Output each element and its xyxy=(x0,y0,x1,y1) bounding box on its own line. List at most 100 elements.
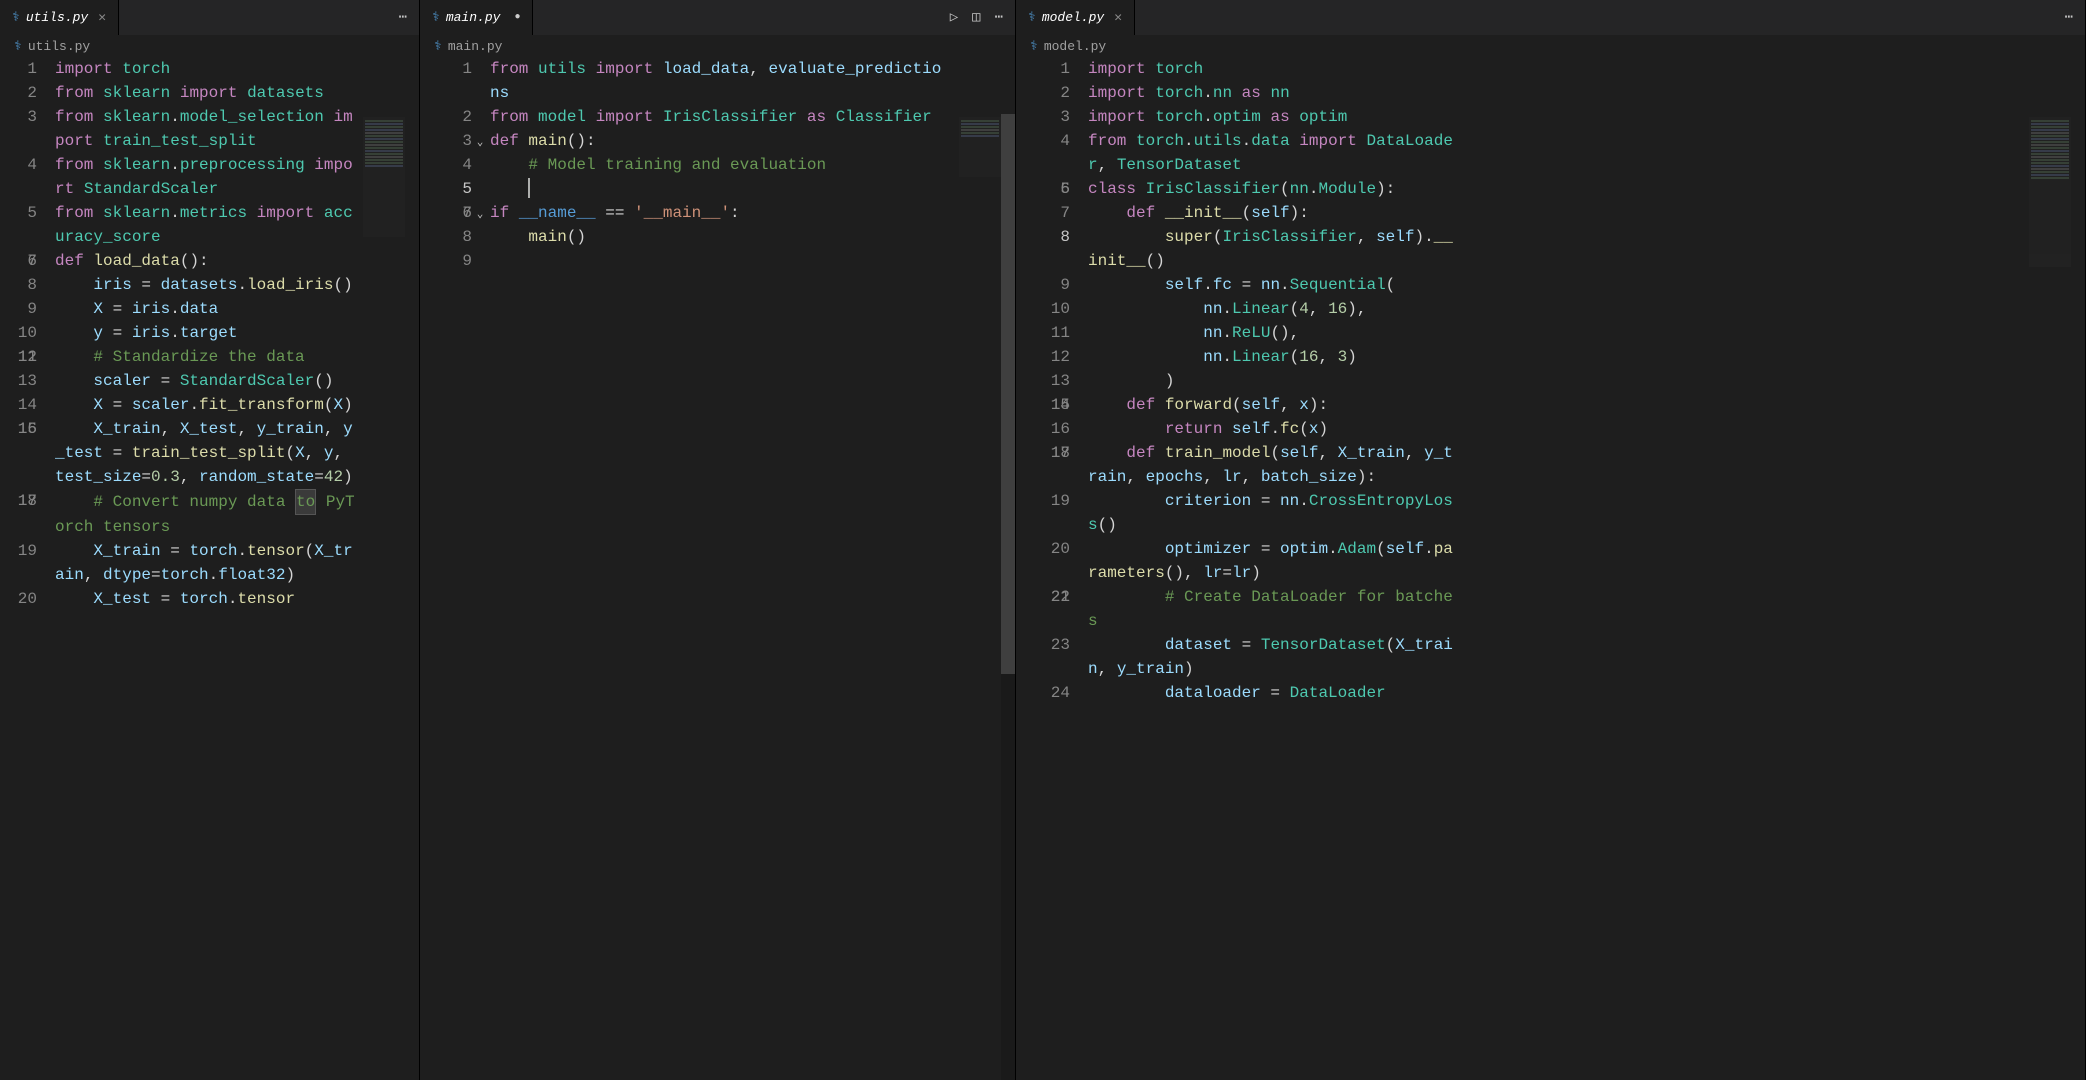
overflow-icon[interactable]: ⋯ xyxy=(2065,9,2073,26)
line-number[interactable]: 13 xyxy=(1016,369,1070,393)
fold-icon[interactable]: ⌄ xyxy=(474,131,486,155)
split-editor-icon[interactable]: ◫ xyxy=(972,9,980,26)
close-icon[interactable]: ✕ xyxy=(1114,10,1122,25)
code-line[interactable]: X_train = torch.tensor(X_train, dtype=to… xyxy=(55,539,355,587)
code-line[interactable]: dataloader = DataLoader xyxy=(1088,681,1458,705)
line-number[interactable]: 12 xyxy=(0,345,37,369)
code-line[interactable]: dataset = TensorDataset(X_train, y_train… xyxy=(1088,633,1458,681)
line-number[interactable]: 8 xyxy=(0,273,37,297)
line-number[interactable]: 1 xyxy=(0,57,37,81)
line-number[interactable]: 19 xyxy=(0,539,37,587)
line-number[interactable]: 18 xyxy=(1016,441,1070,489)
breadcrumb[interactable]: ⚕ model.py xyxy=(1016,35,2085,57)
minimap[interactable] xyxy=(2029,117,2071,267)
line-number[interactable]: 7 xyxy=(1016,201,1070,225)
code-line[interactable]: optimizer = optim.Adam(self.parameters()… xyxy=(1088,537,1458,585)
code-line[interactable]: criterion = nn.CrossEntropyLoss() xyxy=(1088,489,1458,537)
code-line[interactable]: return self.fc(x) xyxy=(1088,417,1458,441)
editor-left[interactable]: 1234567891011121314151617181920 import t… xyxy=(0,57,419,1080)
overflow-icon[interactable]: ⋯ xyxy=(399,9,407,26)
code-line[interactable]: def load_data(): xyxy=(55,249,355,273)
line-number[interactable]: 9 xyxy=(0,297,37,321)
line-number[interactable]: 22 xyxy=(1016,585,1070,633)
tab-utils[interactable]: ⚕ utils.py ✕ xyxy=(0,0,119,35)
code-line[interactable]: from torch.utils.data import DataLoader,… xyxy=(1088,129,1458,177)
breadcrumb[interactable]: ⚕ utils.py xyxy=(0,35,419,57)
code-line[interactable]: class IrisClassifier(nn.Module): xyxy=(1088,177,1458,201)
code-line[interactable]: X = iris.data xyxy=(55,297,355,321)
code-line[interactable]: from sklearn import datasets xyxy=(55,81,355,105)
editor-mid[interactable]: 123⌄4567⌄89 from utils import load_data,… xyxy=(420,57,1015,1080)
code-line[interactable]: from utils import load_data, evaluate_pr… xyxy=(490,57,950,105)
line-number[interactable]: 4 xyxy=(1016,129,1070,177)
line-number[interactable]: 7 xyxy=(0,249,37,273)
line-number[interactable]: 16 xyxy=(0,417,37,489)
line-number[interactable]: 3⌄ xyxy=(420,129,472,153)
code-line[interactable]: # Model training and evaluation xyxy=(490,153,950,177)
tab-main[interactable]: ⚕ main.py ● xyxy=(420,0,533,35)
code-line[interactable]: nn.ReLU(), xyxy=(1088,321,1458,345)
line-number[interactable]: 23 xyxy=(1016,633,1070,681)
code-line[interactable]: if __name__ == '__main__': xyxy=(490,201,950,225)
code-line[interactable]: def __init__(self): xyxy=(1088,201,1458,225)
gutter[interactable]: 123456789101112131415161718192021222324 xyxy=(1016,57,1088,1080)
code-line[interactable] xyxy=(490,177,950,201)
editor-right[interactable]: 123456789101112131415161718192021222324 … xyxy=(1016,57,2085,1080)
code-line[interactable]: def forward(self, x): xyxy=(1088,393,1458,417)
line-number[interactable]: 19 xyxy=(1016,489,1070,537)
run-icon[interactable]: ▷ xyxy=(950,9,958,26)
code-area[interactable]: from utils import load_data, evaluate_pr… xyxy=(490,57,1015,1080)
line-number[interactable]: 11 xyxy=(1016,321,1070,345)
code-line[interactable]: nn.Linear(4, 16), xyxy=(1088,297,1458,321)
line-number[interactable]: 2 xyxy=(420,105,472,129)
close-icon[interactable]: ✕ xyxy=(98,10,106,25)
line-number[interactable]: 20 xyxy=(0,587,37,611)
line-number[interactable]: 1 xyxy=(1016,57,1070,81)
code-line[interactable]: y = iris.target xyxy=(55,321,355,345)
line-number[interactable]: 20 xyxy=(1016,537,1070,585)
line-number[interactable]: 18 xyxy=(0,489,37,539)
code-line[interactable]: iris = datasets.load_iris() xyxy=(55,273,355,297)
code-line[interactable]: # Convert numpy data to PyTorch tensors xyxy=(55,489,355,539)
code-line[interactable]: import torch.optim as optim xyxy=(1088,105,1458,129)
line-number[interactable]: 7⌄ xyxy=(420,201,472,225)
line-number[interactable]: 5 xyxy=(420,177,472,201)
breadcrumb[interactable]: ⚕ main.py xyxy=(420,35,1015,57)
minimap[interactable] xyxy=(959,117,1001,177)
line-number[interactable]: 16 xyxy=(1016,417,1070,441)
code-line[interactable]: def train_model(self, X_train, y_train, … xyxy=(1088,441,1458,489)
code-line[interactable]: import torch xyxy=(55,57,355,81)
code-line[interactable]: ) xyxy=(1088,369,1458,393)
code-line[interactable]: from sklearn.preprocessing import Standa… xyxy=(55,153,355,201)
line-number[interactable]: 4 xyxy=(0,153,37,201)
fold-icon[interactable]: ⌄ xyxy=(474,203,486,227)
line-number[interactable]: 3 xyxy=(1016,105,1070,129)
code-line[interactable]: X = scaler.fit_transform(X) xyxy=(55,393,355,417)
line-number[interactable]: 2 xyxy=(0,81,37,105)
code-line[interactable]: main() xyxy=(490,225,950,249)
line-number[interactable]: 4 xyxy=(420,153,472,177)
code-line[interactable]: nn.Linear(16, 3) xyxy=(1088,345,1458,369)
line-number[interactable]: 8 xyxy=(420,225,472,249)
line-number[interactable]: 10 xyxy=(0,321,37,345)
code-line[interactable]: X_train, X_test, y_train, y_test = train… xyxy=(55,417,355,489)
code-line[interactable]: import torch.nn as nn xyxy=(1088,81,1458,105)
line-number[interactable]: 12 xyxy=(1016,345,1070,369)
gutter[interactable]: 1234567891011121314151617181920 xyxy=(0,57,55,1080)
code-line[interactable]: scaler = StandardScaler() xyxy=(55,369,355,393)
line-number[interactable]: 3 xyxy=(0,105,37,153)
line-number[interactable]: 5 xyxy=(0,201,37,249)
minimap[interactable] xyxy=(363,117,405,237)
code-line[interactable]: from sklearn.metrics import accuracy_sco… xyxy=(55,201,355,249)
line-number[interactable]: 6 xyxy=(1016,177,1070,201)
line-number[interactable]: 13 xyxy=(0,369,37,393)
code-area[interactable]: import torchimport torch.nn as nnimport … xyxy=(1088,57,2085,1080)
line-number[interactable]: 24 xyxy=(1016,681,1070,705)
code-line[interactable]: import torch xyxy=(1088,57,1458,81)
line-number[interactable]: 1 xyxy=(420,57,472,105)
line-number[interactable]: 9 xyxy=(1016,273,1070,297)
code-line[interactable]: from model import IrisClassifier as Clas… xyxy=(490,105,950,129)
code-line[interactable]: # Create DataLoader for batches xyxy=(1088,585,1458,633)
line-number[interactable]: 2 xyxy=(1016,81,1070,105)
gutter[interactable]: 123⌄4567⌄89 xyxy=(420,57,490,1080)
